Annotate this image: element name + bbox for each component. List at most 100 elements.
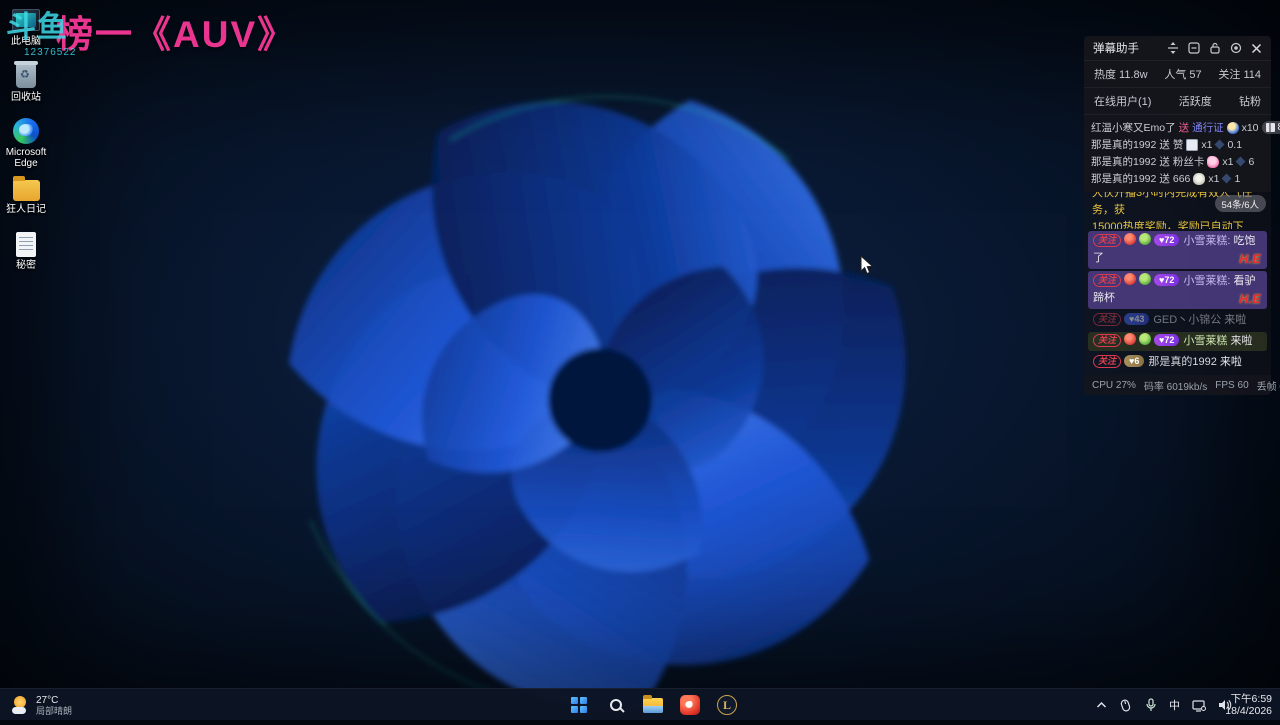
gift-row: 红温小寒又Emo了 送 通行证 x10 8.3 bbox=[1084, 119, 1280, 136]
mouse-device-icon[interactable] bbox=[1119, 698, 1133, 712]
desktop-icon-label: 回收站 bbox=[11, 92, 41, 103]
chat-username: 那是真的1992 bbox=[1148, 356, 1217, 368]
weather-temp: 27°C bbox=[36, 694, 59, 706]
file-explorer-icon bbox=[643, 694, 663, 713]
notice-line2: 15000热度奖励，奖励已自动下发。 bbox=[1092, 221, 1244, 229]
panel-stats-row: 热度 11.8w 人气 57 关注 114 bbox=[1084, 61, 1271, 88]
desktop-icon-secret-doc[interactable]: 秘密 bbox=[1, 230, 51, 271]
chat-text: 来啦 bbox=[1224, 314, 1247, 326]
stream-status-bar: CPU 27% 码率 6019kb/s FPS 60 丢帧 0.00% bbox=[1084, 375, 1280, 395]
gift-row: 那是真的1992 送 粉丝卡 x1 6 bbox=[1084, 153, 1271, 170]
gift-user: 那是真的1992 bbox=[1091, 156, 1157, 168]
level-badge: ♥72 bbox=[1154, 334, 1180, 346]
chat-username: 小雪莱糕 bbox=[1183, 335, 1228, 347]
panel-title: 弹幕助手 bbox=[1093, 43, 1139, 55]
search-icon bbox=[610, 699, 622, 711]
start-button[interactable] bbox=[565, 691, 593, 719]
panel-tabs-row: 在线用户(1) 活跃度 钻粉 bbox=[1084, 88, 1271, 115]
chat-message-list: 关注 ♥72 小雪莱糕: 吃饱了 H.E 关注 ♥72 小雪莱糕: 看驴蹄杯 H.E 关… bbox=[1084, 231, 1271, 375]
chat-message-highlight: 关注 ♥72 小雪莱糕: 看驴蹄杯 H.E bbox=[1088, 271, 1267, 309]
gift-score-pill: 8.3 bbox=[1261, 121, 1280, 134]
chat-message-entry: 关注 ♥43 GED丶小锦公 来啦 bbox=[1088, 311, 1267, 330]
ime-indicator[interactable]: 中 bbox=[1169, 697, 1180, 713]
streaming-app-icon bbox=[680, 695, 700, 715]
value-diamond-icon bbox=[1222, 173, 1232, 184]
level-badge: ♥72 bbox=[1154, 274, 1180, 286]
pass-gift-icon bbox=[1226, 121, 1239, 134]
follow-badge: 关注 bbox=[1093, 234, 1122, 247]
collapse-arrows-icon[interactable] bbox=[1167, 42, 1179, 54]
desktop-icon-recycle-bin[interactable]: 回收站 bbox=[1, 61, 51, 103]
gift-user: 那是真的1992 bbox=[1091, 173, 1157, 185]
status-dropped-frames: 丢帧 0.00% bbox=[1256, 381, 1280, 393]
gift-name: 666 bbox=[1172, 172, 1191, 185]
document-icon bbox=[12, 230, 40, 258]
tab-diamond-fans[interactable]: 钻粉 bbox=[1239, 93, 1261, 109]
follow-badge: 关注 bbox=[1093, 334, 1122, 347]
gift-count: x1 bbox=[1208, 172, 1220, 185]
gift-user: 那是真的1992 bbox=[1091, 139, 1157, 151]
taskbar: 27°C 局部晴朗 L 中 下午6:59 18/4/2026 bbox=[0, 688, 1280, 720]
he-club-logo: H.E bbox=[1239, 292, 1261, 306]
gift-user: 红温小寒又Emo了 bbox=[1091, 122, 1176, 134]
taskbar-clock[interactable]: 下午6:59 18/4/2026 bbox=[1221, 692, 1276, 718]
he-club-logo: H.E bbox=[1239, 252, 1261, 266]
search-button[interactable] bbox=[602, 691, 630, 719]
gift-action: 送 bbox=[1159, 156, 1170, 168]
lock-icon[interactable] bbox=[1209, 42, 1221, 54]
microphone-icon[interactable] bbox=[1145, 698, 1157, 712]
level-badge: ♥43 bbox=[1124, 313, 1150, 325]
streaming-app-button[interactable] bbox=[676, 691, 704, 719]
league-of-legends-button[interactable]: L bbox=[713, 691, 741, 719]
desktop-icon-label: Microsoft Edge bbox=[5, 147, 47, 169]
desktop-icon-edge[interactable]: Microsoft Edge bbox=[1, 117, 51, 169]
gift-row: 那是真的1992 送 666 x1 1 bbox=[1084, 170, 1271, 187]
weather-icon bbox=[12, 696, 30, 714]
follow-badge: 关注 bbox=[1093, 355, 1122, 368]
chat-username: 小雪莱糕: bbox=[1183, 275, 1231, 287]
stream-title-overlay: 榜一《AUV》 bbox=[56, 14, 297, 55]
value-diamond-icon bbox=[1215, 139, 1225, 150]
gift-action: 送 bbox=[1159, 139, 1170, 151]
fan-card-gift-icon bbox=[1207, 155, 1220, 168]
folder-icon bbox=[12, 174, 40, 202]
gift-value: 0.1 bbox=[1227, 138, 1243, 151]
clock-time: 下午6:59 bbox=[1230, 693, 1272, 705]
hidden-icons-chevron[interactable] bbox=[1096, 701, 1107, 709]
chat-text: 来啦 bbox=[1230, 335, 1253, 347]
file-explorer-button[interactable] bbox=[639, 691, 667, 719]
settings-gear-icon[interactable] bbox=[1230, 42, 1242, 54]
fan-medal-icon bbox=[1124, 233, 1137, 245]
weather-widget[interactable]: 27°C 局部晴朗 bbox=[6, 692, 78, 718]
chat-username: 小雪莱糕: bbox=[1183, 235, 1231, 247]
danmaku-assistant-panel: 弹幕助手 热度 11.8w 人气 57 关注 114 在线用户(1) 活跃度 钻… bbox=[1084, 36, 1280, 395]
panel-window-icon[interactable] bbox=[1188, 42, 1200, 54]
display-device-icon[interactable] bbox=[1192, 699, 1206, 712]
message-counter-badge: 54条/6人 bbox=[1214, 195, 1266, 212]
gift-list: 红温小寒又Emo了 送 通行证 x10 8.3 那是真的1992 送 赞 x1 … bbox=[1084, 115, 1280, 192]
desktop-icon-this-pc[interactable]: 此电脑 bbox=[1, 6, 51, 47]
close-icon[interactable] bbox=[1251, 43, 1262, 54]
fan-medal-icon bbox=[1124, 333, 1137, 345]
tab-activity[interactable]: 活跃度 bbox=[1179, 93, 1212, 109]
gift-action: 送 bbox=[1178, 122, 1190, 134]
gift-name: 粉丝卡 bbox=[1172, 156, 1205, 168]
recycle-bin-icon bbox=[12, 61, 40, 90]
status-cpu: CPU 27% bbox=[1092, 379, 1136, 391]
chat-message-entry: 关注 ♥72 小雪莱糕 来啦 bbox=[1088, 332, 1267, 351]
chat-text: 来啦 bbox=[1219, 356, 1242, 368]
status-fps: FPS 60 bbox=[1215, 379, 1249, 391]
chat-message-entry: 关注 ♥6 那是真的1992 来啦 bbox=[1088, 353, 1267, 372]
tab-online-users[interactable]: 在线用户(1) bbox=[1094, 93, 1151, 109]
this-pc-icon bbox=[12, 6, 40, 34]
chat-message-highlight: 关注 ♥72 小雪莱糕: 吃饱了 H.E bbox=[1088, 231, 1267, 269]
taskbar-center-icons: L bbox=[565, 691, 741, 719]
gift-count: x10 bbox=[1241, 121, 1259, 134]
windows-logo-icon bbox=[571, 697, 587, 713]
desktop-icon-diary-folder[interactable]: 狂人日记 bbox=[1, 174, 51, 215]
league-of-legends-icon: L bbox=[717, 695, 737, 715]
gift-value: 6 bbox=[1248, 155, 1255, 168]
fan-medal-icon bbox=[1124, 273, 1137, 285]
gift-name: 赞 bbox=[1172, 139, 1184, 151]
gift-name: 通行证 bbox=[1192, 122, 1224, 134]
